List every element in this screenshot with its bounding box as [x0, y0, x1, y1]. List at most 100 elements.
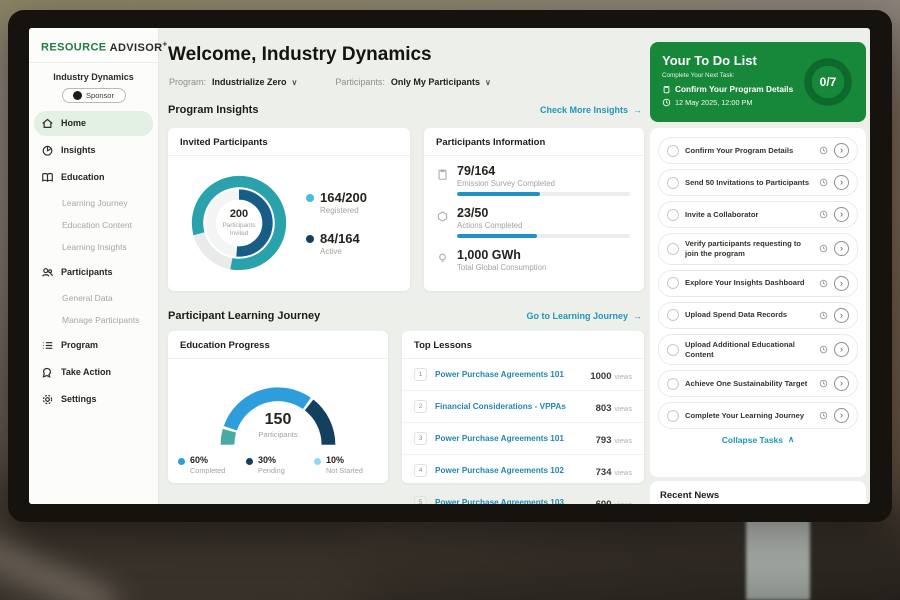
legend-dot-pending: [246, 458, 253, 465]
task-open-button[interactable]: ›: [834, 308, 849, 323]
link-label: Check More Insights: [540, 105, 628, 115]
task-open-button[interactable]: ›: [834, 376, 849, 391]
participants-information-card: Participants Information 79/164 Emission…: [424, 128, 644, 291]
sidebar-item-education[interactable]: Education: [34, 165, 153, 190]
time-estimate-icon: [819, 146, 828, 155]
sidebar-item-label: Home: [61, 118, 86, 128]
participants-dropdown[interactable]: Only My Participants ∨: [391, 77, 491, 87]
todo-item[interactable]: Upload Spend Data Records ›: [658, 302, 858, 329]
lightbulb-icon: [436, 248, 449, 276]
metric-label: Actions Completed: [457, 221, 630, 230]
lesson-link[interactable]: Power Purchase Agreements 101: [435, 434, 588, 443]
task-checkbox[interactable]: [667, 243, 679, 255]
todo-item[interactable]: Achieve One Sustainability Target ›: [658, 370, 858, 397]
chevron-down-icon: ∨: [485, 78, 491, 87]
task-checkbox[interactable]: [667, 378, 679, 390]
lesson-rank: 4: [414, 464, 427, 477]
sidebar: RESOURCE ADVISOR+ Industry Dynamics Spon…: [29, 28, 159, 504]
insights-icon: [41, 144, 54, 157]
program-dropdown-value: Industrialize Zero: [212, 77, 287, 87]
lesson-link[interactable]: Power Purchase Agreements 101: [435, 370, 582, 379]
lesson-link[interactable]: Power Purchase Agreements 102: [435, 466, 588, 475]
lesson-link[interactable]: Power Purchase Agreements 103: [435, 498, 588, 504]
task-checkbox[interactable]: [667, 344, 679, 356]
sidebar-item-label: Settings: [61, 394, 97, 404]
legend-label: Active: [320, 247, 360, 256]
sidebar-item-label: Manage Participants: [62, 315, 140, 325]
legend-dot-active: [306, 235, 314, 243]
todo-item[interactable]: Confirm Your Program Details ›: [658, 137, 858, 164]
todo-item[interactable]: Explore Your Insights Dashboard ›: [658, 270, 858, 297]
sidebar-item-insights[interactable]: Insights: [34, 138, 153, 163]
clipboard-icon: [662, 85, 671, 94]
program-dropdown[interactable]: Industrialize Zero ∨: [212, 77, 297, 87]
invited-participants-card: Invited Participants 200 Partic: [168, 128, 410, 291]
collapse-tasks-link[interactable]: Collapse Tasks ∧: [658, 434, 858, 445]
participants-filter-label: Participants:: [335, 77, 385, 87]
chevron-right-icon: ›: [840, 410, 843, 420]
todo-item[interactable]: Upload Additional Educational Content ›: [658, 334, 858, 366]
task-checkbox[interactable]: [667, 177, 679, 189]
task-open-button[interactable]: ›: [834, 207, 849, 222]
task-open-button[interactable]: ›: [834, 175, 849, 190]
sidebar-item-label: General Data: [62, 293, 113, 303]
sidebar-item-manage-participants[interactable]: Manage Participants: [34, 309, 153, 331]
todo-item[interactable]: Invite a Collaborator ›: [658, 201, 858, 228]
sidebar-item-home[interactable]: Home: [34, 111, 153, 136]
sidebar-item-take-action[interactable]: Take Action: [34, 360, 153, 385]
invited-count-label: Participants Invited: [213, 222, 265, 238]
task-checkbox[interactable]: [667, 277, 679, 289]
home-icon: [41, 117, 54, 130]
recent-news-card: Recent News: [650, 481, 866, 504]
task-label: Invite a Collaborator: [685, 210, 813, 220]
sidebar-item-participants[interactable]: Participants: [34, 260, 153, 285]
card-title: Participants Information: [424, 128, 644, 156]
metric-value: 79/164: [457, 164, 630, 178]
legend-label: Completed: [190, 466, 225, 475]
task-checkbox[interactable]: [667, 145, 679, 157]
sidebar-item-label: Education: [61, 172, 105, 182]
views-label: views: [614, 406, 632, 413]
sidebar-item-general-data[interactable]: General Data: [34, 287, 153, 309]
chevron-right-icon: ›: [840, 310, 843, 320]
task-label: Confirm Your Program Details: [685, 146, 813, 156]
todo-item[interactable]: Verify participants requesting to join t…: [658, 233, 858, 265]
learning-journey-header: Participant Learning Journey Go to Learn…: [168, 310, 642, 322]
task-open-button[interactable]: ›: [834, 143, 849, 158]
card-title: Top Lessons: [402, 331, 644, 359]
consumption-metric: 1,000 GWh Total Global Consumption: [436, 248, 630, 276]
donut-legend: 164/200 Registered 84/164 Active: [306, 190, 367, 256]
task-open-button[interactable]: ›: [834, 276, 849, 291]
todo-item[interactable]: Complete Your Learning Journey ›: [658, 402, 858, 429]
progress-fill: [457, 192, 540, 196]
collapse-label: Collapse Tasks: [722, 435, 783, 445]
participants-count: 150: [168, 411, 388, 429]
metric-label: Emission Survey Completed: [457, 179, 630, 188]
task-open-button[interactable]: ›: [834, 342, 849, 357]
task-checkbox[interactable]: [667, 309, 679, 321]
task-open-button[interactable]: ›: [834, 408, 849, 423]
task-checkbox[interactable]: [667, 410, 679, 422]
chevron-right-icon: ›: [840, 177, 843, 187]
progress-fill: [457, 234, 537, 238]
lesson-link[interactable]: Financial Considerations - VPPAs: [435, 402, 588, 411]
todo-item[interactable]: Send 50 Invitations to Participants ›: [658, 169, 858, 196]
views-count: 600: [596, 499, 612, 505]
sidebar-item-settings[interactable]: Settings: [34, 387, 153, 412]
participants-dropdown-value: Only My Participants: [391, 77, 480, 87]
sidebar-item-learning-insights[interactable]: Learning Insights: [34, 236, 153, 258]
task-checkbox[interactable]: [667, 209, 679, 221]
go-to-learning-journey-link[interactable]: Go to Learning Journey →: [526, 311, 642, 321]
check-more-insights-link[interactable]: Check More Insights →: [540, 105, 642, 115]
task-open-button[interactable]: ›: [834, 241, 849, 256]
legend-dot-completed: [178, 458, 185, 465]
photo-background: RESOURCE ADVISOR+ Industry Dynamics Spon…: [0, 0, 900, 600]
sidebar-item-learning-journey[interactable]: Learning Journey: [34, 192, 153, 214]
time-estimate-icon: [819, 379, 828, 388]
sidebar-item-education-content[interactable]: Education Content: [34, 214, 153, 236]
views-label: views: [614, 470, 632, 477]
sidebar-item-program[interactable]: Program: [34, 333, 153, 358]
legend-not-started: 10% Not Started: [314, 455, 382, 475]
lesson-row: 1 Power Purchase Agreements 101 1000view…: [402, 359, 644, 391]
chevron-right-icon: ›: [840, 344, 843, 354]
